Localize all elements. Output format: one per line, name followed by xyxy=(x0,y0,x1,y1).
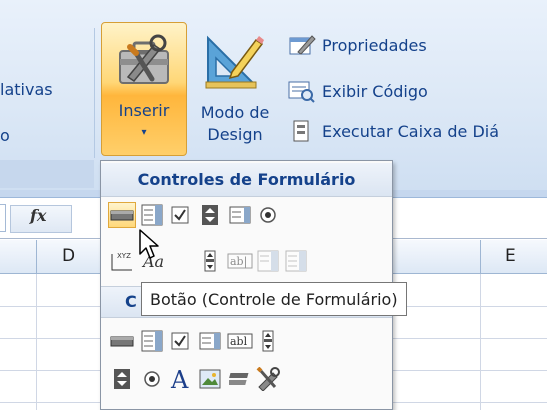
check-box-icon xyxy=(171,206,189,224)
text-field-icon: ab| xyxy=(227,253,253,269)
form-button-control[interactable] xyxy=(108,202,136,228)
list-box-icon xyxy=(229,206,251,224)
properties-label: Propriedades xyxy=(322,35,427,55)
activex-check-box-control[interactable] xyxy=(166,328,194,354)
design-mode-button[interactable]: Modo de Design xyxy=(190,22,280,156)
insert-controls-button[interactable]: Inserir ▾ xyxy=(101,22,187,156)
column-header-e[interactable]: E xyxy=(505,246,516,266)
text-box-icon: abl xyxy=(227,333,253,349)
column-header-d[interactable]: D xyxy=(62,246,75,266)
view-code-label: Exibir Código xyxy=(322,81,428,101)
form-combo-drop-down-edit-control[interactable] xyxy=(282,248,310,274)
chevron-down-icon: ▾ xyxy=(141,127,147,138)
more-controls-icon xyxy=(256,367,280,391)
svg-text:abl: abl xyxy=(230,335,248,348)
form-controls-title: Controles de Formulário xyxy=(137,170,356,189)
form-combo-box-control[interactable] xyxy=(138,202,166,228)
form-combo-list-edit-control[interactable] xyxy=(254,248,282,274)
run-dialog-label: Executar Caixa de Diá xyxy=(322,121,500,141)
spin-button-icon xyxy=(202,205,218,225)
name-box-edge[interactable] xyxy=(0,204,6,232)
spin-button-icon xyxy=(114,369,130,389)
activex-label-control[interactable]: A xyxy=(166,366,194,392)
svg-text:XYZ: XYZ xyxy=(117,252,131,260)
activex-text-box-control[interactable]: abl xyxy=(226,328,254,354)
design-mode-label: Modo de Design xyxy=(190,102,280,146)
form-list-box-control[interactable] xyxy=(226,202,254,228)
activex-combo-box-control[interactable] xyxy=(138,328,166,354)
svg-text:ab|: ab| xyxy=(230,255,247,269)
form-spin-button-control[interactable] xyxy=(196,202,224,228)
combo-box-icon xyxy=(141,204,163,226)
combo-drop-down-edit-icon xyxy=(285,250,307,272)
activex-list-box-control[interactable] xyxy=(196,328,224,354)
activex-option-button-control[interactable] xyxy=(138,366,166,392)
ruler-pencil-icon xyxy=(202,32,264,90)
list-box-icon xyxy=(199,332,221,350)
group-box-icon: XYZ xyxy=(111,252,132,271)
left-group-label-bar xyxy=(0,160,94,188)
activex-toggle-button-control[interactable] xyxy=(226,366,254,392)
design-mode-label-line1: Modo de xyxy=(200,103,270,122)
insert-button-label: Inserir xyxy=(118,101,170,120)
view-code-button[interactable]: Exibir Código xyxy=(286,76,428,106)
control-tooltip: Botão (Controle de Formulário) xyxy=(141,282,407,316)
button-control-icon xyxy=(110,210,134,221)
scroll-bar-icon xyxy=(262,330,274,352)
form-check-box-control[interactable] xyxy=(166,202,194,228)
form-scroll-bar-control[interactable] xyxy=(196,248,224,274)
image-icon xyxy=(199,369,221,389)
label-icon: A xyxy=(170,366,189,392)
toggle-button-icon xyxy=(229,373,249,385)
svg-text:A: A xyxy=(170,366,189,392)
activex-controls-title: C xyxy=(125,292,137,311)
option-button-icon xyxy=(144,371,160,387)
activex-image-control[interactable] xyxy=(196,366,224,392)
activex-spin-button-control[interactable] xyxy=(108,366,136,392)
check-box-icon xyxy=(171,332,189,350)
option-button-icon xyxy=(260,207,276,223)
column-divider xyxy=(36,240,37,274)
cell-divider xyxy=(36,274,37,410)
run-dialog-button[interactable]: Executar Caixa de Diá xyxy=(286,116,499,146)
form-group-box-control[interactable]: XYZ xyxy=(108,248,136,274)
form-option-button-control[interactable] xyxy=(254,202,282,228)
combo-box-icon xyxy=(141,330,163,352)
scroll-bar-icon xyxy=(204,250,216,272)
toolbox-icon xyxy=(114,31,174,89)
group-divider xyxy=(94,28,95,158)
column-divider xyxy=(480,240,481,274)
design-mode-label-line2: Design xyxy=(207,125,263,144)
fx-icon: fx xyxy=(30,206,47,225)
button-control-icon xyxy=(110,336,134,347)
activex-scroll-bar-control[interactable] xyxy=(254,328,282,354)
activex-more-controls[interactable] xyxy=(254,366,282,392)
run-dialog-icon xyxy=(286,118,316,144)
left-group-label-fragment-2: o xyxy=(0,126,10,145)
combo-list-edit-icon xyxy=(257,250,279,272)
properties-icon xyxy=(286,32,316,58)
properties-button[interactable]: Propriedades xyxy=(286,30,427,60)
cell-divider xyxy=(480,274,481,410)
left-group-label-fragment: lativas xyxy=(0,80,53,99)
view-code-icon xyxy=(286,78,316,104)
mouse-cursor-icon xyxy=(138,228,160,260)
activex-button-control[interactable] xyxy=(108,328,136,354)
form-text-field-control[interactable]: ab| xyxy=(226,248,254,274)
